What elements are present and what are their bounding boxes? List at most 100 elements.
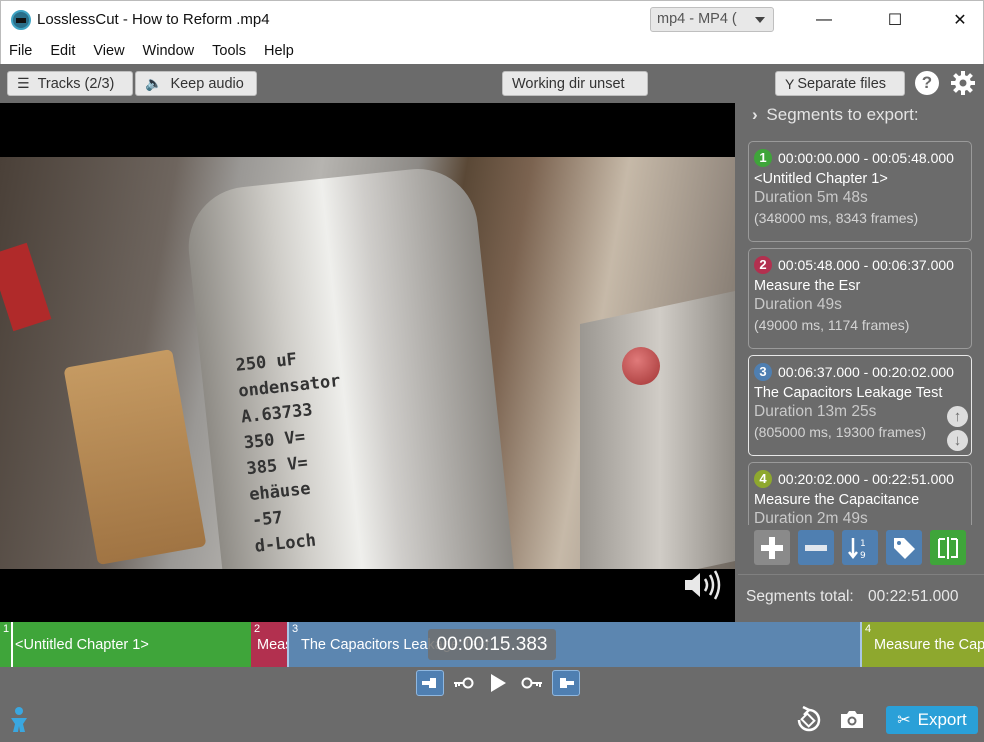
timeline-segment-index: 1 [3,623,10,635]
bottom-bar [0,700,984,742]
scissors-icon: ✂ [897,712,911,729]
play-icon [491,674,506,692]
list-icon: ☰ [17,75,30,91]
segment-range: 00:00:00.000 - 00:05:48.000 [778,150,954,166]
hand-point-left-icon [422,678,436,688]
segment-item-4[interactable]: 4 00:20:02.000 - 00:22:51.000 Measure th… [748,462,972,525]
keep-audio-label: Keep audio [170,75,244,92]
move-up-icon[interactable]: ↑ [947,406,968,427]
timeline-segment-index: 3 [292,623,299,635]
timeline-segment-2[interactable]: 2 Measure the Esr [251,622,287,667]
key-icon [521,677,542,689]
segment-number-badge: 3 [754,363,772,381]
svg-text:1: 1 [860,539,866,549]
timeline-segment-1[interactable]: 1 <Untitled Chapter 1> [0,622,251,667]
segments-total-label: Segments total: [746,588,854,605]
segments-header[interactable]: › Segments to export: [752,105,919,125]
transport-controls [416,670,586,696]
minimize-button[interactable]: — [801,1,847,39]
separate-files-label: Separate files [797,75,887,92]
export-button[interactable]: ✂ Export [886,706,978,734]
segment-item-1[interactable]: 1 00:00:00.000 - 00:05:48.000 <Untitled … [748,141,972,242]
chevron-right-icon: › [752,105,758,124]
segment-details: (805000 ms, 19300 frames) [754,424,926,440]
split-segment-button[interactable] [930,530,966,565]
menu-bar: File Edit View Window Tools Help [0,38,984,64]
menu-file[interactable]: File [9,43,32,59]
video-frame: 250 uF ondensator A.63733 350 V= 385 V= … [0,157,735,569]
segment-name: Measure the Capacitance [754,492,920,508]
rotate-icon[interactable] [794,705,824,739]
segments-header-label: Segments to export: [766,105,919,124]
segment-range: 00:20:02.000 - 00:22:51.000 [778,471,954,487]
segment-range: 00:06:37.000 - 00:20:02.000 [778,364,954,380]
remove-segment-button[interactable] [798,530,834,565]
current-timecode[interactable]: 00:00:15.383 [428,629,556,660]
help-button[interactable]: ? [915,71,939,95]
video-player[interactable]: 250 uF ondensator A.63733 350 V= 385 V= … [0,103,735,622]
gear-icon[interactable] [949,69,977,97]
reorder-controls: ↑ ↓ [947,406,969,454]
timeline-segment-label: Measure the Capacitance [874,637,984,653]
sidebar-divider [738,574,984,575]
working-dir-button[interactable]: Working dir unset [502,71,648,96]
window-title: LosslessCut - How to Reform .mp4 [37,11,270,28]
maximize-button[interactable]: ☐ [872,1,918,39]
timeline-segment-4[interactable]: 4 Measure the Capacitance [862,622,984,667]
set-cut-start-button[interactable] [416,670,444,696]
format-select[interactable]: mp4 - MP4 ( [650,7,774,32]
keep-audio-button[interactable]: 🔈 Keep audio [135,71,257,96]
chevron-down-icon [755,17,765,23]
segment-name: The Capacitors Leakage Test [754,385,943,401]
add-segment-button[interactable] [754,530,790,565]
split-icon [938,536,958,559]
menu-help[interactable]: Help [264,43,294,59]
working-dir-label: Working dir unset [512,75,625,92]
sort-icon: 19 [848,537,866,561]
menu-edit[interactable]: Edit [50,43,75,59]
timeline-segment-3[interactable]: 3 The Capacitors Leakage Test [287,622,862,667]
set-cut-end-button[interactable] [552,670,580,696]
segment-item-3[interactable]: 3 00:06:37.000 - 00:20:02.000 The Capaci… [748,355,972,456]
sort-segments-button[interactable]: 19 [842,530,878,565]
timeline-segment-label: <Untitled Chapter 1> [15,637,149,653]
menu-tools[interactable]: Tools [212,43,246,59]
close-button[interactable]: ✕ [937,1,983,39]
menu-view[interactable]: View [93,43,124,59]
capacitor-label: 250 uF ondensator A.63733 350 V= 385 V= … [234,349,342,557]
camera-icon[interactable] [839,708,865,735]
format-selected: mp4 - MP4 ( [657,11,737,27]
segment-duration: Duration 49s [754,296,842,313]
segment-actions: 19 [754,530,974,566]
menu-window[interactable]: Window [143,43,195,59]
jump-cut-end-button[interactable] [518,670,546,696]
tracks-button[interactable]: ☰ Tracks (2/3) [7,71,133,96]
timeline-segment-label: Measure the Esr [257,637,287,653]
segment-duration: Duration 5m 48s [754,189,868,206]
play-button[interactable] [484,670,512,696]
segment-details: (348000 ms, 8343 frames) [754,210,919,226]
separate-files-button[interactable]: Y Separate files [775,71,905,96]
tag-segment-button[interactable] [886,530,922,565]
segment-duration: Duration 2m 49s [754,510,868,525]
svg-text:9: 9 [860,551,866,561]
fork-icon: Y [785,75,795,92]
tracks-label: Tracks (2/3) [37,75,115,92]
segment-number-badge: 1 [754,149,772,167]
baby-icon[interactable] [9,706,29,739]
metal-bracket [580,289,735,569]
minus-icon [805,544,827,551]
volume-icon[interactable] [682,569,724,601]
segments-total-value: 00:22:51.000 [868,588,959,605]
segments-total: Segments total: 00:22:51.000 [746,588,959,606]
jump-cut-start-button[interactable] [450,670,478,696]
plus-icon [761,536,783,559]
red-wire [0,242,52,332]
move-down-icon[interactable]: ↓ [947,430,968,451]
playhead[interactable] [11,622,13,667]
segment-item-2[interactable]: 2 00:05:48.000 - 00:06:37.000 Measure th… [748,248,972,349]
segment-name: <Untitled Chapter 1> [754,171,888,187]
segment-range: 00:05:48.000 - 00:06:37.000 [778,257,954,273]
export-label: Export [917,710,967,729]
app-icon [11,10,31,30]
